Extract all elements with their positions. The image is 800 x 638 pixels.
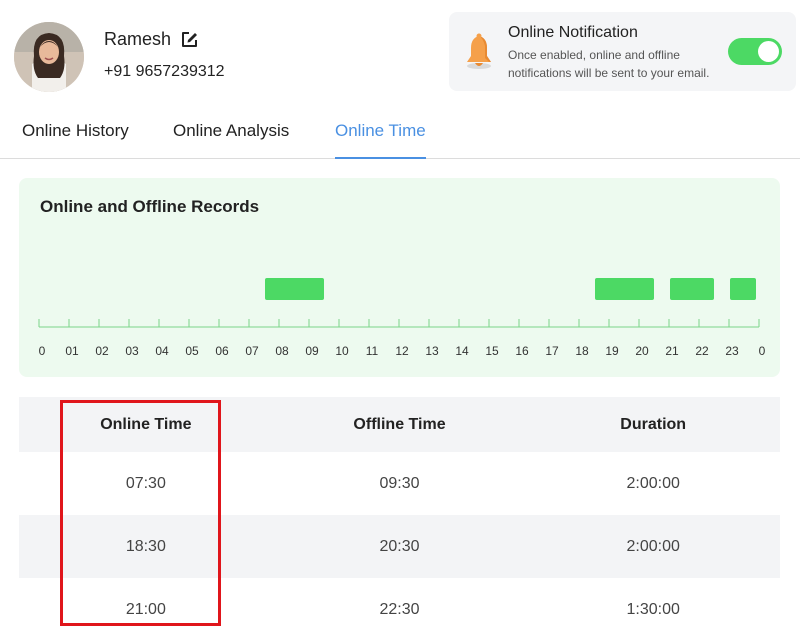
hour-label: 07 — [245, 344, 259, 358]
hour-label: 15 — [485, 344, 499, 358]
notification-card: Online Notification Once enabled, online… — [449, 12, 796, 91]
hour-label: 18 — [575, 344, 589, 358]
user-name: Ramesh — [104, 29, 172, 49]
cell-online-time: 18:30 — [125, 537, 166, 555]
hour-label: 19 — [605, 344, 619, 358]
hour-label: 10 — [335, 344, 349, 358]
hour-label: 14 — [455, 344, 469, 358]
hour-label: 13 — [425, 344, 439, 358]
hour-label: 20 — [635, 344, 649, 358]
user-name-row: Ramesh — [104, 29, 198, 50]
hour-label: 23 — [725, 344, 739, 358]
notification-toggle[interactable] — [728, 38, 782, 65]
hour-label: 02 — [95, 344, 109, 358]
user-phone: +91 9657239312 — [104, 63, 225, 80]
cell-offline-time: 20:30 — [379, 537, 420, 555]
hour-label: 11 — [366, 344, 379, 358]
hour-label: 03 — [125, 344, 139, 358]
table-row: 18:30 20:30 2:00:00 — [19, 515, 780, 578]
notification-description: Once enabled, online and offline notific… — [508, 48, 710, 80]
hour-label: 0 — [39, 344, 46, 358]
bell-icon — [463, 32, 495, 72]
cell-online-time: 21:00 — [125, 600, 166, 618]
hour-label: 0 — [759, 344, 766, 358]
hour-label: 01 — [65, 344, 79, 358]
avatar — [14, 22, 84, 92]
hour-label: 12 — [395, 344, 409, 358]
table-row: 21:00 22:30 1:30:00 — [19, 578, 780, 638]
hour-label: 08 — [275, 344, 289, 358]
online-session-bar — [670, 278, 714, 300]
timeline-chart: 0 01 02 03 04 05 06 07 08 09 10 11 12 13 14 15 16 17 18 19 2… — [38, 278, 766, 358]
online-session-bar — [730, 278, 756, 300]
records-card: Online and Offline Records 0 01 02 03 04 05 06… — [19, 178, 780, 377]
table-header-row: Online Time Offline Time Duration — [19, 397, 780, 452]
online-time-table: Online Time Offline Time Duration 07:30 … — [19, 397, 780, 638]
tab-online-time[interactable]: Online Time — [335, 121, 426, 159]
tab-online-analysis[interactable]: Online Analysis — [173, 121, 289, 159]
toggle-knob — [758, 41, 779, 62]
notification-title: Online Notification — [508, 24, 638, 41]
hour-label: 09 — [305, 344, 319, 358]
edit-icon[interactable] — [181, 31, 198, 48]
cell-duration: 2:00:00 — [626, 537, 680, 555]
online-session-bar — [595, 278, 654, 300]
header-online-time: Online Time — [100, 415, 192, 433]
hour-label: 04 — [155, 344, 169, 358]
hour-label: 06 — [215, 344, 229, 358]
cell-online-time: 07:30 — [125, 474, 166, 492]
cell-offline-time: 22:30 — [379, 600, 420, 618]
table-row: 07:30 09:30 2:00:00 — [19, 452, 780, 515]
hour-label: 16 — [515, 344, 529, 358]
cell-offline-time: 09:30 — [379, 474, 420, 492]
tab-online-history[interactable]: Online History — [22, 121, 129, 159]
header-duration: Duration — [620, 415, 687, 433]
cell-duration: 1:30:00 — [626, 600, 680, 618]
hour-label: 17 — [545, 344, 559, 358]
hour-label: 22 — [695, 344, 709, 358]
cell-duration: 2:00:00 — [626, 474, 680, 492]
tab-bar: Online History Online Analysis Online Ti… — [0, 108, 800, 159]
hour-label: 21 — [665, 344, 679, 358]
hour-label: 05 — [185, 344, 199, 358]
header-offline-time: Offline Time — [353, 415, 446, 433]
online-session-bar — [265, 278, 324, 300]
